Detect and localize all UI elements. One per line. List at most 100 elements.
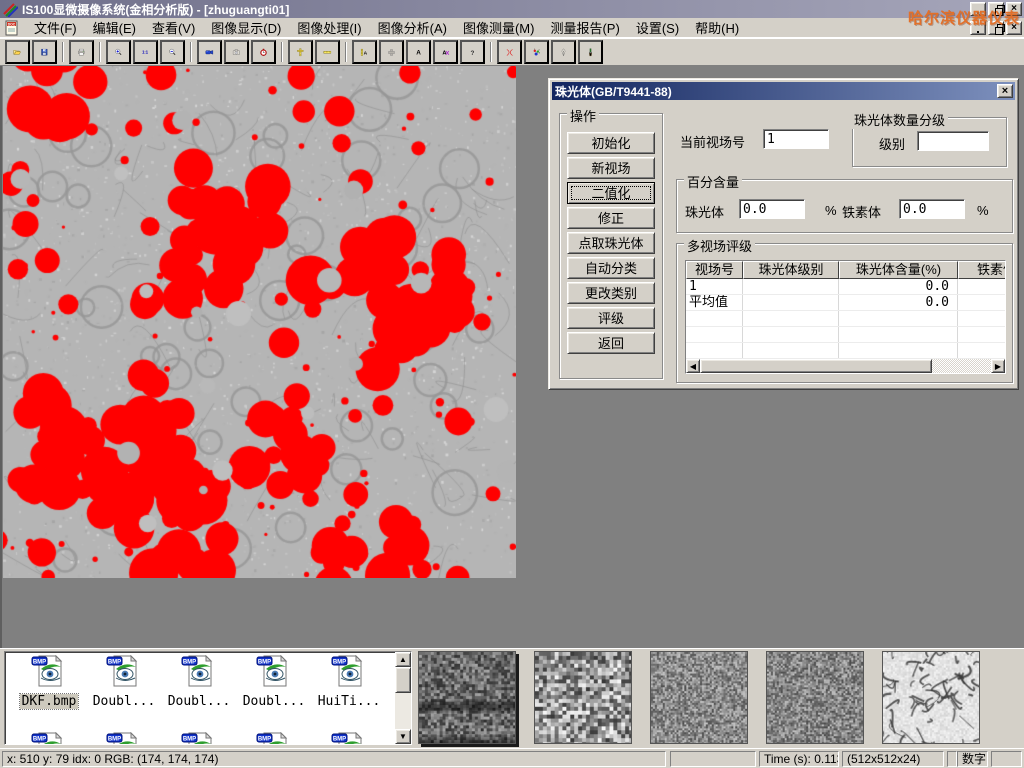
file-item-Doubl...[interactable]: BMPDoubl... [88, 655, 160, 710]
file-name: HuiTi... [316, 694, 383, 709]
thumbnail-3[interactable] [650, 651, 748, 744]
timer-button[interactable] [251, 40, 276, 64]
print-button[interactable] [69, 40, 94, 64]
file-item-row2-4[interactable]: BMP [238, 732, 310, 745]
metallographic-image[interactable] [3, 66, 516, 578]
op-button-返回[interactable]: 返回 [567, 332, 655, 354]
open-button[interactable] [5, 40, 30, 64]
current-field-input[interactable] [763, 129, 829, 149]
op-button-二值化[interactable]: 二值化 [567, 182, 655, 204]
thumbnail-5[interactable] [882, 651, 980, 744]
op-button-修正[interactable]: 修正 [567, 207, 655, 229]
document-icon: DOC [4, 20, 22, 36]
menu-item-8[interactable]: 测量报告(P) [542, 17, 627, 38]
op-button-新视场[interactable]: 新视场 [567, 157, 655, 179]
table-row-4[interactable] [686, 327, 1005, 343]
table-row-5[interactable] [686, 343, 1005, 359]
file-item-Doubl...[interactable]: BMPDoubl... [163, 655, 235, 710]
caliper-button[interactable] [288, 40, 313, 64]
table-row-1[interactable]: 10.0 [686, 279, 1005, 295]
table-cell [839, 327, 958, 342]
calibrate-button[interactable]: A [352, 40, 377, 64]
op-button-初始化[interactable]: 初始化 [567, 132, 655, 154]
file-item-row2-5[interactable]: BMP [313, 732, 385, 745]
file-scrollbar-thumb[interactable] [395, 667, 411, 693]
table-column-4[interactable]: 铁素体 [958, 261, 1006, 279]
delete-annotation-button[interactable]: A [433, 40, 458, 64]
menu-item-7[interactable]: 图像测量(M) [455, 17, 543, 38]
table-column-1[interactable]: 视场号 [686, 261, 743, 279]
save-button[interactable] [32, 40, 57, 64]
table-cell [743, 343, 839, 358]
dialog-close-button[interactable]: × [997, 84, 1013, 98]
calibrate-icon: A [360, 41, 369, 64]
table-cell [686, 327, 743, 342]
file-list-scrollbar[interactable]: ▲ ▼ [395, 652, 411, 744]
actual-size-button[interactable]: 1:1 [133, 40, 158, 64]
percent-input-1[interactable] [739, 199, 805, 219]
help-button[interactable]: ? [460, 40, 485, 64]
file-item-DKF.bmp[interactable]: BMPDKF.bmp [13, 655, 85, 710]
op-button-自动分类[interactable]: 自动分类 [567, 257, 655, 279]
text-annotate-button[interactable]: A [406, 40, 431, 64]
file-list[interactable]: ▲ ▼ BMPDKF.bmpBMPBMPDoubl...BMPBMPDoubl.… [4, 651, 412, 745]
file-item-Doubl...[interactable]: BMP Doubl... [238, 655, 310, 710]
file-item-row2-2[interactable]: BMP [88, 732, 160, 745]
grid-button[interactable] [379, 40, 404, 64]
brush-button[interactable] [578, 40, 603, 64]
svg-text:BMP: BMP [258, 660, 271, 666]
scroll-left-arrow-icon[interactable]: ◀ [686, 359, 700, 373]
thumbnail-2[interactable] [534, 651, 632, 744]
table-horizontal-scrollbar[interactable]: ◀ ▶ [686, 359, 1005, 373]
thumbnail-4[interactable] [766, 651, 864, 744]
menu-item-10[interactable]: 帮助(H) [687, 17, 747, 38]
scroll-down-arrow-icon[interactable]: ▼ [395, 729, 411, 744]
multi-field-group-label: 多视场评级 [684, 236, 755, 255]
zoom-in-button[interactable] [106, 40, 131, 64]
table-row-2[interactable]: 平均值0.0 [686, 295, 1005, 311]
camera-button[interactable] [224, 40, 249, 64]
file-name: Doubl... [241, 694, 308, 709]
table-cell [958, 279, 1006, 294]
menu-item-5[interactable]: 图像处理(I) [289, 17, 369, 38]
file-item-HuiTi...[interactable]: BMPHuiTi... [313, 655, 385, 710]
operation-group-label: 操作 [567, 106, 599, 125]
table-cell: 0.0 [839, 295, 958, 310]
curve-button[interactable] [497, 40, 522, 64]
scroll-up-arrow-icon[interactable]: ▲ [395, 652, 411, 667]
menu-item-6[interactable]: 图像分析(A) [370, 17, 455, 38]
scroll-right-arrow-icon[interactable]: ▶ [991, 359, 1005, 373]
zoom-out-button[interactable] [160, 40, 185, 64]
menu-item-2[interactable]: 编辑(E) [85, 17, 144, 38]
menu-item-3[interactable]: 查看(V) [144, 17, 203, 38]
dialog-close-icon: × [1002, 85, 1008, 97]
menu-item-9[interactable]: 设置(S) [628, 17, 687, 38]
op-button-更改类别[interactable]: 更改类别 [567, 282, 655, 304]
bmp-file-icon: BMP [331, 732, 367, 745]
pen-nib-button[interactable] [551, 40, 576, 64]
scrollbar-thumb[interactable] [700, 359, 932, 373]
dialog-title-bar[interactable]: 珠光体(GB/T9441-88) × [552, 82, 1015, 100]
table-column-2[interactable]: 珠光体级别 [743, 261, 839, 279]
ruler-button[interactable] [315, 40, 340, 64]
op-button-点取珠光体[interactable]: 点取珠光体 [567, 232, 655, 254]
video-camera-button[interactable] [197, 40, 222, 64]
table-row-3[interactable] [686, 311, 1005, 327]
menu-item-4[interactable]: 图像显示(D) [203, 17, 289, 38]
thumbnail-1[interactable] [418, 651, 516, 744]
classify-dots-button[interactable]: 123 [524, 40, 549, 64]
file-item-row2-1[interactable]: BMP [13, 732, 85, 745]
table-column-3[interactable]: 珠光体含量(%) [839, 261, 958, 279]
grade-input[interactable] [917, 131, 989, 151]
status-time: Time (s): 0.113 [759, 751, 839, 767]
toolbar-separator [490, 42, 492, 62]
menu-item-1[interactable]: 文件(F) [26, 17, 85, 38]
op-button-评级[interactable]: 评级 [567, 307, 655, 329]
file-name: Doubl... [166, 694, 233, 709]
svg-text:BMP: BMP [108, 660, 121, 666]
scrollbar-track[interactable] [932, 359, 991, 373]
svg-text:BMP: BMP [333, 737, 346, 743]
title-bar: IS100显微摄像系统(金相分析版) - [zhuguangti01] × [0, 0, 1024, 18]
percent-input-2[interactable] [899, 199, 965, 219]
file-item-row2-3[interactable]: BMP [163, 732, 235, 745]
